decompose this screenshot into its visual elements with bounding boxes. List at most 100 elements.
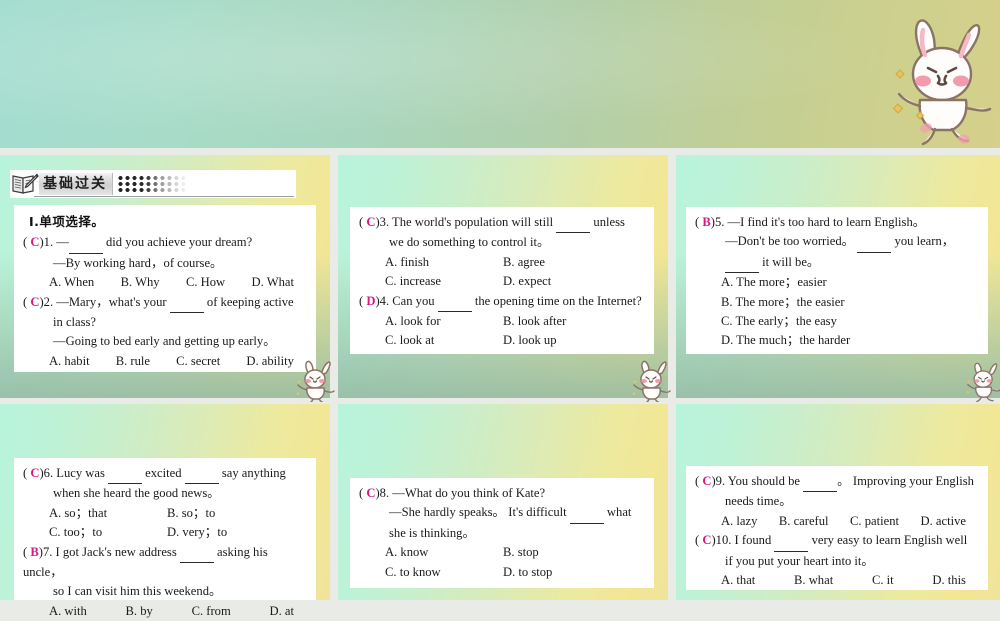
option-row: A. lazy B. careful C. patient D. active [695, 512, 980, 531]
question-text: if you put your heart into it。 [725, 553, 875, 568]
dot-pattern-decoration [117, 175, 189, 193]
option-row: A. with B. by C. from D. at [23, 602, 308, 621]
question-text: it will be。 [759, 254, 820, 269]
question-text: so I can visit him this weekend。 [53, 584, 222, 599]
question-number: 9. [715, 474, 728, 488]
question-text: 。 Improving your English [837, 474, 974, 488]
option-item: D. at [269, 603, 294, 618]
question-number: 10. [715, 533, 735, 548]
question-text: when she heard the good news。 [53, 486, 220, 501]
option-item: C. The early；the easy [721, 314, 837, 329]
answer-letter: B [30, 544, 39, 559]
option-item: D. look up [503, 333, 557, 348]
question-text: The world's population will still [392, 215, 557, 229]
question-text: — [56, 235, 69, 250]
option-item: A. When [49, 275, 95, 290]
question-continuation-line: —Don't be too worried。 you learn， [695, 232, 980, 253]
question-text: what [603, 505, 632, 520]
option-item: B. what [794, 573, 834, 588]
question-number: 8. [379, 486, 393, 500]
option-item: D. active [920, 513, 966, 528]
option-item: C. it [871, 573, 894, 588]
option-item: B. Why [120, 275, 160, 290]
question-block: ( D)4. Can you the opening time on the I… [359, 292, 646, 351]
question-text: the opening time on the Internet? [471, 293, 642, 308]
question-block: ( C)3. The world's population will still… [359, 213, 646, 292]
option-item: C. How [185, 275, 226, 290]
option-row: C. increase D. expect [359, 272, 646, 291]
option-row: A. that B. what C. it D. this [695, 571, 980, 590]
option-item: A. so；that [49, 505, 108, 520]
answer-blank [179, 543, 214, 564]
option-row: A. so；that B. so；to [23, 504, 308, 523]
question-number: 5. [714, 215, 728, 229]
question-continuation-line: she is thinking。 [359, 524, 646, 543]
answer-blank [68, 233, 103, 254]
option-item: B. stop [503, 545, 539, 560]
section-heading-bar: 基础过关 [10, 170, 296, 198]
option-item: D. expect [503, 274, 552, 289]
option-item: A. that [721, 573, 756, 588]
option-item: D. What [251, 275, 294, 290]
question-block: ( C)9. You should be 。 Improving your En… [695, 472, 980, 531]
option-item: D. very；to [167, 525, 228, 540]
question-block: ( C)6. Lucy was excited say anything when… [23, 464, 308, 543]
question-continuation-line: it will be。 [695, 253, 980, 274]
option-item: C. from [191, 603, 231, 618]
question-text: —Going to bed early and getting up early… [53, 334, 276, 349]
question-block: ( C)8. —What do you think of Kate? —She h… [359, 484, 646, 582]
option-item: C. secret [176, 353, 221, 368]
question-first-line: ( C)1. — did you achieve your dream? [23, 233, 308, 254]
option-row: A. habit B. rule C. secret D. ability [23, 352, 308, 371]
question-text: —By working hard，of course。 [53, 255, 223, 270]
top-banner [0, 0, 1000, 148]
question-block: ( C)2. —Mary，what's your of keeping acti… [23, 293, 308, 372]
option-item: D. this [932, 573, 966, 588]
question-first-line: ( B)7. I got Jack's new address asking h… [23, 543, 308, 583]
section-subtitle: Ⅰ.单项选择。 [29, 214, 105, 229]
option-item: C. increase [385, 274, 441, 289]
question-continuation-line: —She hardly speaks。 It's difficult what [359, 503, 646, 524]
question-continuation-line: when she heard the good news。 [23, 484, 308, 503]
option-row: A. look for B. look after [359, 312, 646, 331]
question-continuation-line: —Going to bed early and getting up early… [23, 332, 308, 351]
answer-blank [569, 503, 604, 524]
answer-blank [803, 472, 838, 493]
option-item: C. patient [850, 513, 899, 528]
question-block: ( B)5. —I find it's too hard to learn En… [695, 213, 980, 351]
option-item: D. ability [246, 353, 294, 368]
question-number: 6. [43, 466, 57, 480]
question-number: 4. [379, 293, 393, 308]
rabbit-mascot-small-3 [966, 358, 1000, 402]
option-item: C. to know [385, 564, 441, 579]
question-text: unless [590, 215, 625, 229]
question-text: Can you [392, 293, 438, 308]
option-row: C. to know D. to stop [359, 563, 646, 582]
question-first-line: ( C)8. —What do you think of Kate? [359, 484, 646, 503]
option-item: A. The more；easier [721, 275, 827, 290]
option-row: A. know B. stop [359, 543, 646, 562]
question-text: —Don't be too worried。 [725, 234, 858, 249]
question-continuation-line: if you put your heart into it。 [695, 552, 980, 571]
question-text: I got Jack's new address [55, 544, 180, 559]
rabbit-mascot-large [890, 8, 994, 148]
question-first-line: ( C)2. —Mary，what's your of keeping acti… [23, 293, 308, 314]
question-card-2: ( C)3. The world's population will still… [350, 207, 654, 354]
slide-sheet: 基础过关 Ⅰ.单项选择。 ( C)1. — did you achieve yo… [0, 0, 1000, 618]
question-text: —She hardly speaks。 It's difficult [389, 505, 570, 520]
question-text: in class? [53, 315, 97, 330]
rabbit-mascot-small-1 [296, 358, 336, 402]
option-item: B. look after [503, 314, 567, 329]
question-first-line: ( C)9. You should be 。 Improving your En… [695, 472, 980, 493]
question-text: —What do you think of Kate? [392, 486, 546, 500]
option-item: B. rule [115, 353, 151, 368]
answer-blank [169, 293, 204, 314]
option-item: A. know [385, 545, 429, 560]
heading-underline [34, 196, 294, 197]
answer-letter: B [702, 215, 711, 229]
answer-blank [774, 531, 809, 552]
question-continuation-line: needs time。 [695, 492, 980, 511]
question-continuation-line: —By working hard，of course。 [23, 254, 308, 273]
question-continuation-line: so I can visit him this weekend。 [23, 582, 308, 601]
question-text: I found [734, 533, 775, 548]
